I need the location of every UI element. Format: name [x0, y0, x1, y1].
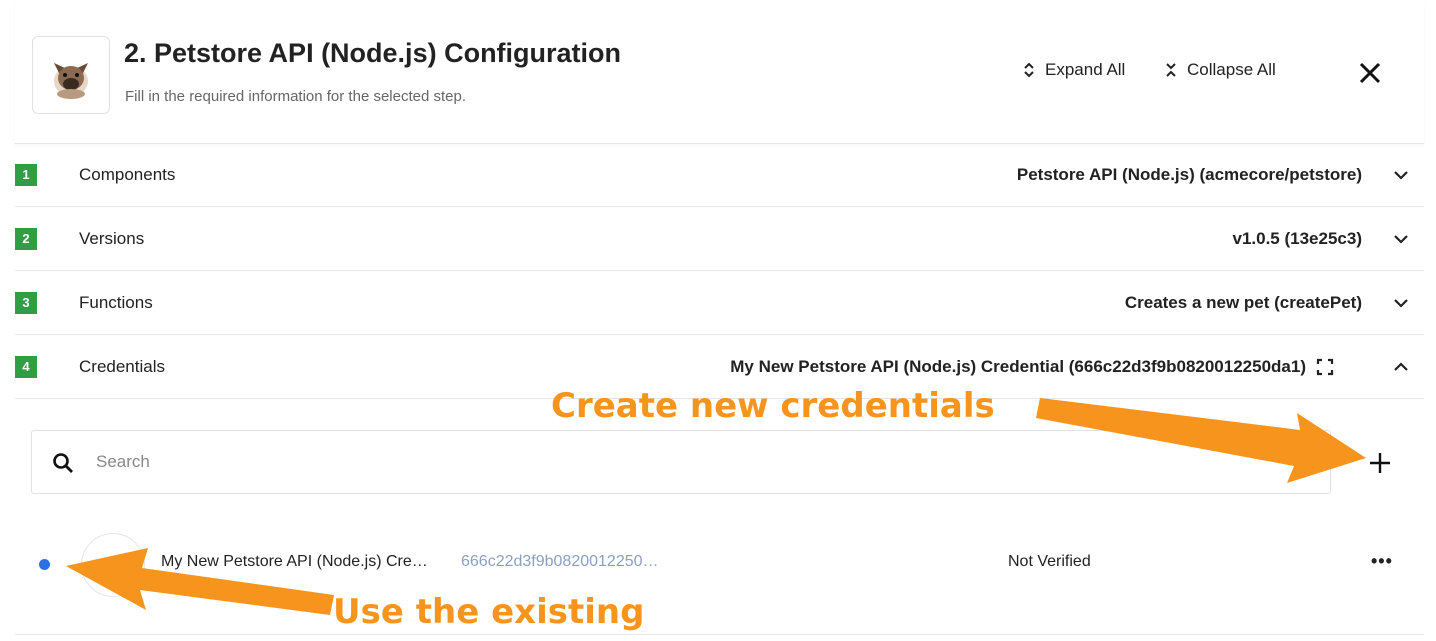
step-versions[interactable]: 2 Versions v1.0.5 (13e25c3)	[15, 207, 1424, 271]
more-options-icon[interactable]: •••	[1371, 551, 1393, 572]
step-value: v1.0.5 (13e25c3)	[1232, 228, 1363, 248]
credential-search	[31, 430, 1331, 494]
close-icon	[1359, 62, 1381, 84]
search-icon	[53, 453, 73, 473]
step-label: Functions	[79, 292, 153, 312]
step-value: Creates a new pet (createPet)	[1124, 292, 1362, 312]
expand-icon	[1024, 62, 1034, 78]
expand-all-button[interactable]: Expand All	[1023, 60, 1125, 80]
dog-avatar-icon	[32, 36, 110, 114]
expand-all-label: Expand All	[1045, 60, 1126, 79]
credential-name: My New Petstore API (Node.js) Cre…	[161, 553, 428, 570]
plus-icon	[1370, 453, 1390, 473]
divider	[15, 634, 1424, 635]
close-button[interactable]	[1357, 60, 1383, 91]
page-title: 2. Petstore API (Node.js) Configuration	[124, 38, 622, 68]
chevron-up-icon[interactable]	[1392, 358, 1410, 376]
credential-list-item[interactable]: HC My New Petstore API (Node.js) Cre… 66…	[15, 525, 1424, 600]
add-credential-button[interactable]	[1368, 451, 1392, 480]
search-input[interactable]	[94, 445, 1298, 479]
chevron-down-icon[interactable]	[1392, 294, 1410, 312]
step-functions[interactable]: 3 Functions Creates a new pet (createPet…	[15, 271, 1424, 335]
collapse-icon	[1166, 63, 1176, 77]
annotation-use: Use the existing	[333, 592, 645, 632]
collapse-all-label: Collapse All	[1187, 60, 1276, 79]
chevron-down-icon[interactable]	[1392, 230, 1410, 248]
credential-radio[interactable]	[39, 559, 50, 570]
credential-id: 666c22d3f9b0820012250…	[461, 553, 659, 570]
chevron-down-icon[interactable]	[1392, 166, 1410, 184]
step-components[interactable]: 1 Components Petstore API (Node.js) (acm…	[15, 143, 1424, 207]
credential-status: Not Verified	[1008, 553, 1091, 570]
step-number-badge: 3	[15, 291, 37, 314]
step-number-badge: 1	[15, 163, 37, 186]
config-header: 2. Petstore API (Node.js) Configuration …	[15, 0, 1424, 144]
page-subtitle: Fill in the required information for the…	[125, 88, 467, 105]
step-value: Petstore API (Node.js) (acmecore/petstor…	[1016, 164, 1362, 184]
step-label: Versions	[79, 228, 145, 248]
fullscreen-icon[interactable]	[1316, 358, 1334, 376]
collapse-all-button[interactable]: Collapse All	[1165, 60, 1276, 80]
step-label: Components	[79, 164, 176, 184]
step-label: Credentials	[79, 356, 165, 376]
step-number-badge: 4	[15, 355, 37, 378]
step-number-badge: 2	[15, 227, 37, 250]
credential-avatar: HC	[81, 533, 145, 597]
annotation-create: Create new credentials	[551, 386, 995, 426]
step-value: My New Petstore API (Node.js) Credential…	[730, 356, 1306, 376]
